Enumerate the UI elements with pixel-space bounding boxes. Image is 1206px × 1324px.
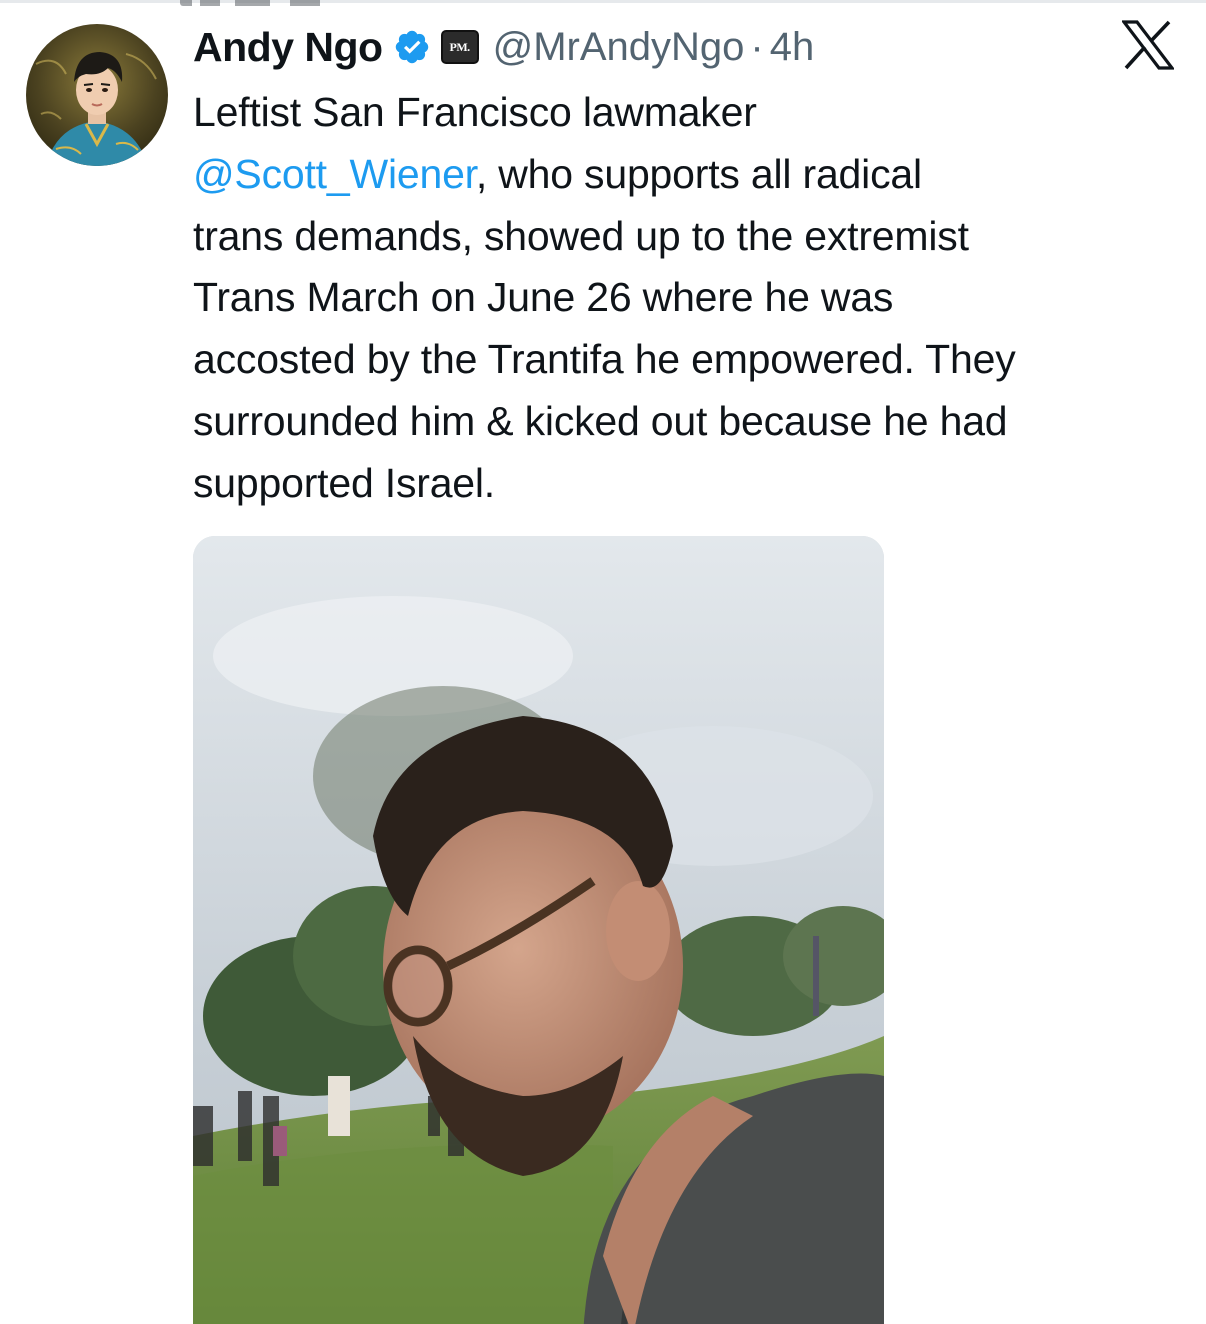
tweet-text-line: surrounded him & kicked out because he h… bbox=[193, 397, 1008, 444]
mention-link[interactable]: @Scott_Wiener bbox=[193, 151, 476, 197]
author-display-name[interactable]: Andy Ngo bbox=[193, 24, 383, 71]
affiliate-badge-icon[interactable]: PM. bbox=[440, 30, 479, 64]
verified-badge-icon[interactable] bbox=[393, 28, 431, 66]
tweet-timestamp[interactable]: 4h bbox=[770, 25, 815, 70]
avatar-illustration bbox=[26, 24, 168, 166]
tweet-video-media[interactable] bbox=[193, 536, 884, 1324]
x-logo-icon bbox=[1120, 20, 1176, 70]
author-handle[interactable]: @MrAndyNgo bbox=[493, 25, 745, 70]
tweet-text: Leftist San Francisco lawmaker @Scott_Wi… bbox=[193, 82, 1193, 515]
tweet-text-line: supported Israel. bbox=[193, 459, 495, 506]
tweet-text-line: Leftist San Francisco lawmaker bbox=[193, 89, 757, 135]
tweet-text-line: @Scott_Wiener, who supports all radical bbox=[193, 150, 922, 197]
header-separator: · bbox=[750, 24, 764, 69]
tweet-screenshot: Andy Ngo PM. @MrAndyNgo · 4h Leftist San… bbox=[0, 0, 1206, 1324]
tweet-text-line: Trans March on June 26 where he was bbox=[193, 274, 894, 321]
tweet-text-line: trans demands, showed up to the extremis… bbox=[193, 212, 969, 259]
author-avatar[interactable] bbox=[26, 24, 168, 166]
video-frame bbox=[193, 536, 884, 1324]
tweet-text-line: accosted by the Trantifa he empowered. T… bbox=[193, 336, 1016, 383]
cropped-text-fragment bbox=[180, 0, 480, 6]
tweet-header: Andy Ngo PM. @MrAndyNgo · 4h bbox=[193, 16, 814, 78]
